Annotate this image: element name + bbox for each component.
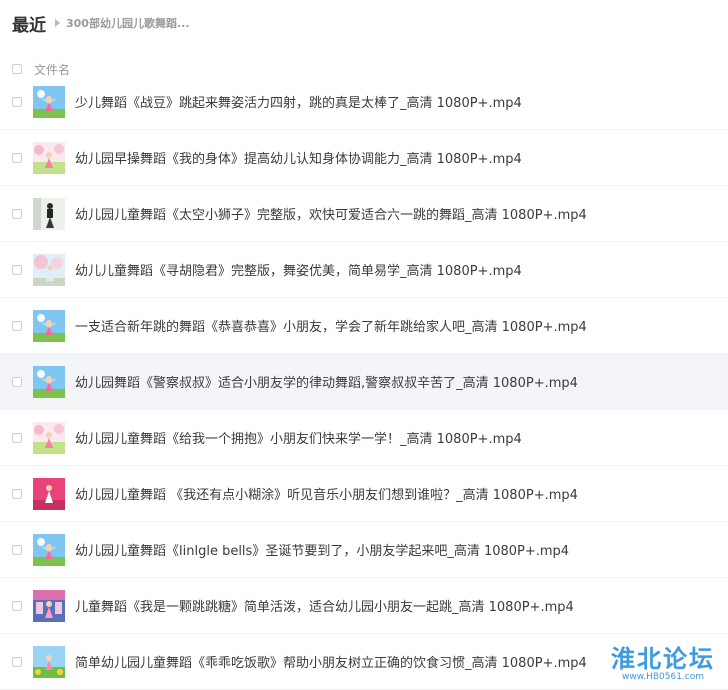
- file-name-link[interactable]: 幼儿园舞蹈《警察叔叔》适合小朋友学的律动舞蹈,警察叔叔辛苦了_高清 1080P+…: [75, 372, 578, 391]
- watermark: 淮北论坛 www.HB0561.com: [604, 642, 722, 686]
- watermark-title: 淮北论坛: [611, 644, 715, 673]
- file-row[interactable]: 幼儿园儿童舞蹈《太空小狮子》完整版，欢快可爱适合六一跳的舞蹈_高清 1080P+…: [0, 186, 728, 242]
- page-title: 最近: [12, 15, 46, 36]
- file-name-link[interactable]: 少儿舞蹈《战豆》跳起来舞姿活力四射，跳的真是太棒了_高清 1080P+.mp4: [75, 92, 522, 111]
- video-thumbnail[interactable]: [33, 421, 65, 454]
- video-thumbnail[interactable]: [33, 533, 65, 566]
- row-checkbox[interactable]: [12, 208, 22, 219]
- file-row[interactable]: 幼儿园儿童舞蹈 《我还有点小糊涂》听见音乐小朋友们想到谁啦？_高清 1080P+…: [0, 466, 728, 522]
- row-checkbox[interactable]: [12, 544, 22, 555]
- file-name-link[interactable]: 幼儿园儿童舞蹈《太空小狮子》完整版，欢快可爱适合六一跳的舞蹈_高清 1080P+…: [75, 204, 587, 223]
- video-thumbnail[interactable]: [33, 645, 65, 678]
- file-name-link[interactable]: 简单幼儿园儿童舞蹈《乖乖吃饭歌》帮助小朋友树立正确的饮食习惯_高清 1080P+…: [75, 652, 587, 671]
- row-checkbox[interactable]: [12, 320, 22, 331]
- file-name-link[interactable]: 幼儿园儿童舞蹈《linlgle bells》圣诞节要到了，小朋友学起来吧_高清 …: [75, 540, 569, 559]
- file-name-link[interactable]: 幼儿园儿童舞蹈《给我一个拥抱》小朋友们快来学一学！_高清 1080P+.mp4: [75, 428, 522, 447]
- file-row[interactable]: 幼儿儿童舞蹈《寻胡隐君》完整版，舞姿优美，简单易学_高清 1080P+.mp4: [0, 242, 728, 298]
- file-row[interactable]: 幼儿园儿童舞蹈《linlgle bells》圣诞节要到了，小朋友学起来吧_高清 …: [0, 522, 728, 578]
- file-name-link[interactable]: 幼儿园早操舞蹈《我的身体》提高幼儿认知身体协调能力_高清 1080P+.mp4: [75, 148, 522, 167]
- file-row[interactable]: 幼儿园儿童舞蹈《给我一个拥抱》小朋友们快来学一学！_高清 1080P+.mp4: [0, 410, 728, 466]
- file-name-link[interactable]: 一支适合新年跳的舞蹈《恭喜恭喜》小朋友，学会了新年跳给家人吧_高清 1080P+…: [75, 316, 587, 335]
- row-checkbox[interactable]: [12, 152, 22, 163]
- video-thumbnail[interactable]: [33, 477, 65, 510]
- row-checkbox[interactable]: [12, 264, 22, 275]
- video-thumbnail[interactable]: [33, 589, 65, 622]
- select-all-checkbox[interactable]: [12, 64, 22, 74]
- video-thumbnail[interactable]: [33, 85, 65, 118]
- row-checkbox[interactable]: [12, 488, 22, 499]
- file-row[interactable]: 幼儿园舞蹈《警察叔叔》适合小朋友学的律动舞蹈,警察叔叔辛苦了_高清 1080P+…: [0, 354, 728, 410]
- file-row[interactable]: 少儿舞蹈《战豆》跳起来舞姿活力四射，跳的真是太棒了_高清 1080P+.mp4: [0, 74, 728, 130]
- row-checkbox[interactable]: [12, 656, 22, 667]
- breadcrumb-folder-link[interactable]: 300部幼儿园儿歌舞蹈...: [66, 15, 190, 31]
- video-thumbnail[interactable]: [33, 365, 65, 398]
- row-checkbox[interactable]: [12, 376, 22, 387]
- video-thumbnail[interactable]: [33, 253, 65, 286]
- file-list: 少儿舞蹈《战豆》跳起来舞姿活力四射，跳的真是太棒了_高清 1080P+.mp4 幼…: [0, 74, 728, 690]
- video-thumbnail[interactable]: [33, 141, 65, 174]
- file-row[interactable]: 一支适合新年跳的舞蹈《恭喜恭喜》小朋友，学会了新年跳给家人吧_高清 1080P+…: [0, 298, 728, 354]
- row-checkbox[interactable]: [12, 432, 22, 443]
- row-checkbox[interactable]: [12, 96, 22, 107]
- file-row[interactable]: 儿童舞蹈《我是一颗跳跳糖》简单活泼，适合幼儿园小朋友一起跳_高清 1080P+.…: [0, 578, 728, 634]
- file-row[interactable]: 幼儿园早操舞蹈《我的身体》提高幼儿认知身体协调能力_高清 1080P+.mp4: [0, 130, 728, 186]
- file-name-link[interactable]: 幼儿园儿童舞蹈 《我还有点小糊涂》听见音乐小朋友们想到谁啦？_高清 1080P+…: [75, 484, 578, 503]
- breadcrumb-header: 最近 300部幼儿园儿歌舞蹈...: [12, 11, 190, 36]
- file-name-link[interactable]: 儿童舞蹈《我是一颗跳跳糖》简单活泼，适合幼儿园小朋友一起跳_高清 1080P+.…: [75, 596, 574, 615]
- file-name-link[interactable]: 幼儿儿童舞蹈《寻胡隐君》完整版，舞姿优美，简单易学_高清 1080P+.mp4: [75, 260, 522, 279]
- watermark-url: www.HB0561.com: [621, 671, 705, 682]
- breadcrumb-arrow-icon: [55, 19, 60, 27]
- video-thumbnail[interactable]: [33, 309, 65, 342]
- row-checkbox[interactable]: [12, 600, 22, 611]
- video-thumbnail[interactable]: [33, 197, 65, 230]
